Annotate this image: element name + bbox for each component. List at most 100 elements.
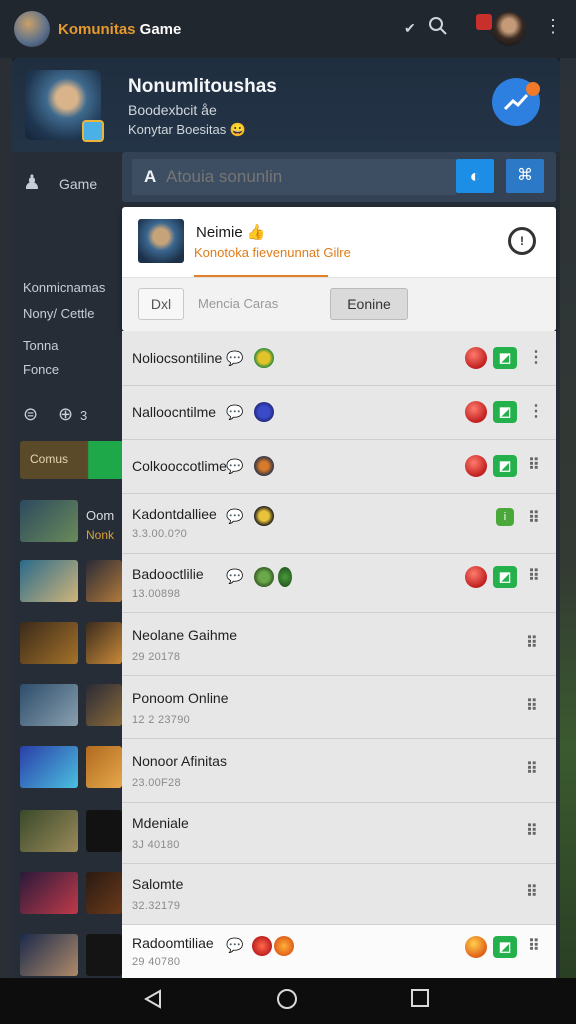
thumbnail[interactable] (20, 934, 78, 976)
user-avatar[interactable] (492, 12, 526, 46)
chat-icon: 💬 (226, 350, 244, 366)
list-item-time: 32.32179 (132, 900, 181, 912)
red-ball-icon (465, 455, 487, 477)
tab-mencia[interactable]: Mencia Caras (198, 296, 278, 311)
profile-header: Nonumlitoushas Boodexbcit åe Konytar Boe… (12, 58, 560, 152)
thumbnail[interactable] (20, 500, 78, 542)
more-icon[interactable]: ⠿ (526, 633, 538, 653)
profile-status: Konytar Boesitas 😀 (128, 122, 247, 137)
more-icon[interactable]: ⠿ (526, 882, 538, 902)
green-square-icon[interactable]: i (496, 508, 514, 526)
chat-icon: 💬 (226, 404, 244, 420)
thumbnail-subtitle: Nonk (86, 528, 115, 542)
list-item[interactable]: Noliocsontiline 💬 ◩ ⋮ (122, 331, 556, 386)
nav-item-cettle[interactable]: Nony/ Cettle (23, 306, 95, 321)
more-icon[interactable]: ⠿ (528, 508, 540, 528)
profile-name: Nonumlitoushas (128, 76, 277, 97)
nav-item-communities[interactable]: Konmicnamas (23, 280, 105, 295)
search-button[interactable]: ◐ (456, 159, 494, 193)
more-icon[interactable]: ⠿ (526, 759, 538, 779)
list-item-title: Neolane Gaihme (132, 627, 238, 643)
game-badge-icon (254, 348, 274, 368)
trend-icon (503, 93, 529, 111)
filter-button[interactable]: ⌘ (506, 159, 544, 193)
green-square-icon[interactable]: ◩ (493, 401, 517, 423)
list-item[interactable]: Ponoom Online 12 2 23790 ⠿ (122, 676, 556, 739)
more-vert-icon[interactable]: ⋮ (544, 16, 562, 37)
list-item[interactable]: Neolane Gaihme 29 20178 ⠿ (122, 613, 556, 676)
home-icon[interactable] (276, 988, 298, 1016)
list-item[interactable]: Mdeniale 3J 40180 ⠿ (122, 803, 556, 864)
list-item[interactable]: Salomte 32.32179 ⠿ (122, 864, 556, 925)
green-square-icon[interactable]: ◩ (493, 936, 517, 958)
list-item-time: 3.3.00.0?0 (132, 528, 187, 540)
thumbnail[interactable] (20, 560, 78, 602)
game-badge-icon (254, 402, 274, 422)
list-item[interactable]: Radoomtiliae 29 40780 💬 ◩ ⠿ (122, 925, 556, 978)
search-prefix-label: A (144, 167, 157, 186)
app-title: Komunitas Game (58, 20, 182, 38)
system-nav-bar (0, 978, 576, 1024)
background-left (0, 58, 12, 978)
more-icon[interactable]: ⠿ (526, 696, 538, 716)
profile-subtitle: Boodexbcit åe (128, 102, 217, 118)
game-badge-icon (254, 456, 274, 476)
list-item[interactable]: Nalloocntilme 💬 ◩ ⋮ (122, 386, 556, 440)
more-icon[interactable]: ⠿ (528, 566, 540, 586)
nav-item-tonna[interactable]: Tonna (23, 338, 58, 353)
thumbnail[interactable] (20, 684, 78, 726)
nav-game-label[interactable]: Game (59, 176, 97, 192)
list-item[interactable]: Nonoor Afinitas 23.00F28 ⠿ (122, 739, 556, 803)
more-icon[interactable]: ⋮ (528, 347, 544, 367)
thumbnail[interactable] (86, 810, 122, 852)
search-icon[interactable] (428, 16, 448, 41)
green-square-icon[interactable]: ◩ (493, 347, 517, 369)
list-item-title: Kadontdalliee (132, 506, 217, 522)
thumbnail[interactable] (86, 934, 122, 976)
more-icon[interactable]: ⋮ (528, 401, 544, 421)
thumbnail[interactable] (86, 560, 122, 602)
back-icon[interactable] (142, 988, 164, 1016)
green-square-icon[interactable]: ◩ (493, 455, 517, 477)
thumbnail[interactable] (86, 622, 122, 664)
thumbnail[interactable] (20, 622, 78, 664)
game-icon[interactable]: ♟ (23, 170, 41, 195)
list-item[interactable]: Colkooccotlime 💬 ◩ ⠿ (122, 440, 556, 494)
check-icon[interactable]: ✔ (404, 20, 416, 37)
thumbnail[interactable] (20, 746, 78, 788)
green-square-icon[interactable]: ◩ (493, 566, 517, 588)
red-ball-icon (465, 401, 487, 423)
app-logo[interactable] (14, 11, 50, 47)
more-icon[interactable]: ⠿ (528, 936, 540, 956)
card-title: Neimie 👍 (196, 224, 266, 241)
list-item[interactable]: Kadontdalliee 3.3.00.0?0 💬 i ⠿ (122, 494, 556, 554)
search-input[interactable] (132, 159, 456, 195)
game-card[interactable]: Neimie 👍 Konotoka fievenunnat Gilre ! Dx… (122, 207, 556, 331)
notification-icon[interactable] (476, 14, 492, 30)
list-item-time: 29 40780 (132, 956, 181, 968)
featured-strip[interactable]: Comus (20, 441, 124, 479)
thumbnail-title: Oom (86, 508, 115, 523)
orange-ball-icon (465, 936, 487, 958)
list-item[interactable]: Badooctlilie 13.00898 💬 ◩ ⠿ (122, 554, 556, 613)
tab-dxl[interactable]: Dxl (138, 288, 184, 320)
power-icon[interactable]: ! (508, 227, 536, 255)
list-item-time: 29 20178 (132, 651, 181, 663)
more-icon[interactable]: ⠿ (528, 455, 540, 475)
thumbnail[interactable] (20, 810, 78, 852)
list-item-time: 12 2 23790 (132, 714, 191, 726)
thumbnail[interactable] (86, 746, 122, 788)
recents-icon[interactable] (410, 988, 430, 1014)
thumbnail[interactable] (86, 684, 122, 726)
list-item-title: Badooctlilie (132, 566, 204, 582)
list-item-title: Noliocsontiline (132, 350, 223, 366)
more-icon[interactable]: ⠿ (526, 821, 538, 841)
thumbnail[interactable] (86, 872, 122, 914)
tab-eonine[interactable]: Eonine (330, 288, 408, 320)
nav-item-fonce[interactable]: Fonce (23, 362, 59, 377)
trophy-icon[interactable]: ⊕ (58, 404, 73, 425)
thumbnail[interactable] (20, 872, 78, 914)
list-item-title: Mdeniale (132, 815, 189, 831)
coin-icon[interactable]: ⊜ (23, 404, 38, 425)
list-item-title: Salomte (132, 876, 184, 892)
